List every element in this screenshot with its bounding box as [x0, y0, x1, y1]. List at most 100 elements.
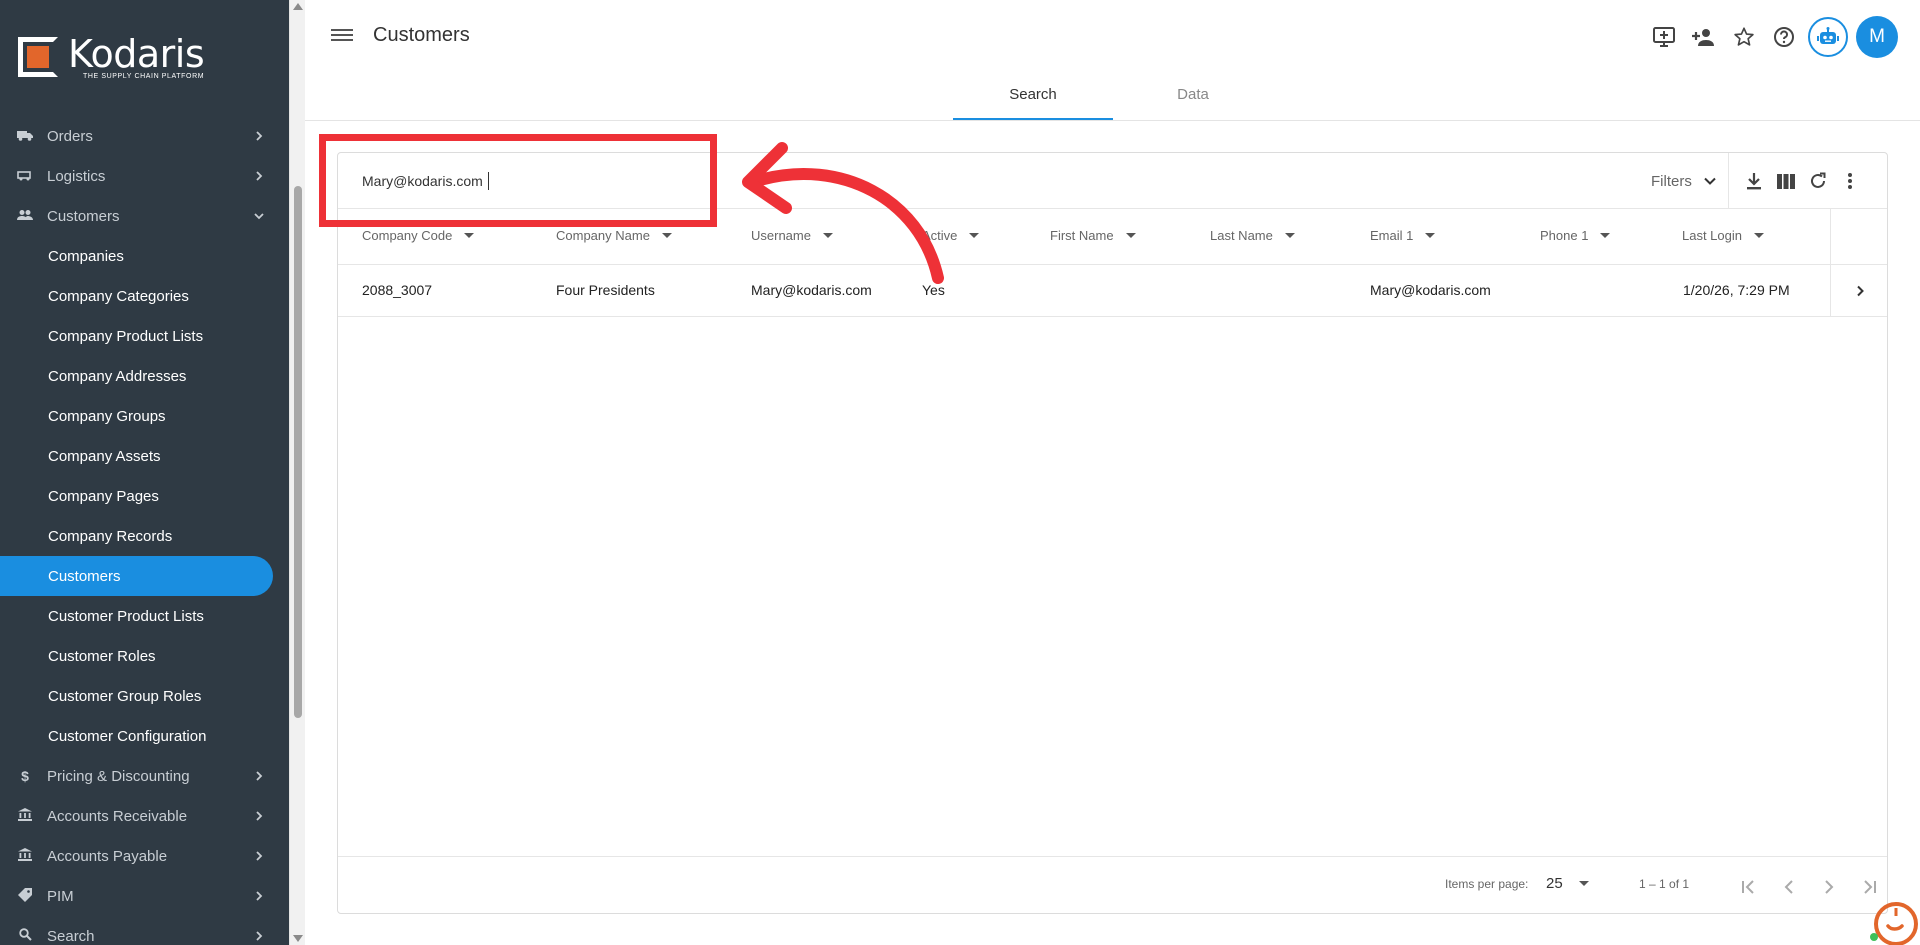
chevron-right-icon — [256, 771, 263, 781]
header-actions: M — [1644, 16, 1898, 58]
tag-icon — [15, 887, 35, 905]
sidebar-item-customer-configuration[interactable]: Customer Configuration — [0, 716, 275, 756]
paginator: Items per page: 25 1 – 1 of 1 — [338, 856, 1887, 913]
page-nav-buttons — [1733, 871, 1885, 903]
robot-icon[interactable] — [1808, 17, 1848, 57]
tab-search[interactable]: Search — [953, 72, 1113, 120]
shipping-icon — [15, 169, 35, 184]
column-header-company-code[interactable]: Company Code — [362, 228, 475, 243]
sort-arrow-icon — [1125, 233, 1136, 238]
cell-company-name: Four Presidents — [556, 282, 655, 298]
sort-arrow-icon — [1754, 233, 1764, 238]
column-label: Phone 1 — [1540, 228, 1589, 243]
customers-search-card: Filters Company Code Company Name Userna… — [337, 152, 1888, 914]
sidebar-item-orders[interactable]: Orders — [0, 116, 275, 156]
star-icon[interactable] — [1724, 17, 1764, 57]
sidebar-item-company-addresses[interactable]: Company Addresses — [0, 356, 275, 396]
column-header-email-1[interactable]: Email 1 — [1370, 228, 1436, 243]
column-label: Last Name — [1210, 228, 1273, 243]
column-label: First Name — [1050, 228, 1114, 243]
sidebar-item-pricing[interactable]: $ Pricing & Discounting — [0, 756, 275, 796]
column-header-phone-1[interactable]: Phone 1 — [1540, 228, 1611, 243]
chevron-down-icon — [254, 213, 264, 220]
table-row[interactable]: 2088_3007 Four Presidents Mary@kodaris.c… — [338, 265, 1887, 317]
row-open-button[interactable] — [1830, 265, 1888, 317]
first-page-icon[interactable] — [1733, 871, 1765, 903]
refresh-icon[interactable] — [1802, 165, 1834, 197]
column-header-last-login[interactable]: Last Login — [1682, 228, 1764, 243]
scroll-down-arrow-icon[interactable] — [293, 935, 303, 942]
scrollbar-thumb[interactable] — [294, 186, 302, 718]
toolbar-divider — [1728, 153, 1729, 209]
sidebar-item-company-records[interactable]: Company Records — [0, 516, 275, 556]
scroll-up-arrow-icon[interactable] — [293, 3, 303, 10]
next-page-icon[interactable] — [1813, 871, 1845, 903]
sidebar-item-accounts-payable[interactable]: Accounts Payable — [0, 836, 275, 876]
sidebar-item-label: Pricing & Discounting — [47, 767, 190, 785]
items-per-page-label: Items per page: — [1445, 877, 1529, 891]
sidebar-item-label: Logistics — [47, 167, 106, 185]
columns-icon[interactable] — [1770, 165, 1802, 197]
chevron-right-icon — [256, 891, 263, 901]
cell-last-login: 1/20/26, 7:29 PM — [1683, 282, 1790, 298]
sidebar-item-label: Orders — [47, 127, 93, 145]
sidebar-item-accounts-receivable[interactable]: Accounts Receivable — [0, 796, 275, 836]
dropdown-arrow-icon — [1578, 881, 1589, 886]
sidebar-item-company-assets[interactable]: Company Assets — [0, 436, 275, 476]
chevron-right-icon — [256, 931, 263, 941]
sidebar-item-company-categories[interactable]: Company Categories — [0, 276, 275, 316]
hamburger-menu-icon[interactable] — [331, 26, 353, 46]
page-size-select[interactable]: 25 — [1546, 875, 1589, 892]
sidebar-item-pim[interactable]: PIM — [0, 876, 275, 916]
sort-arrow-icon — [969, 233, 980, 238]
sidebar-item-company-groups[interactable]: Company Groups — [0, 396, 275, 436]
table-toolbar — [1738, 165, 1866, 197]
add-person-icon[interactable] — [1684, 17, 1724, 57]
sort-arrow-icon — [1425, 233, 1436, 238]
tab-bar: Search Data — [953, 72, 1273, 120]
sidebar-item-company-pages[interactable]: Company Pages — [0, 476, 275, 516]
previous-page-icon[interactable] — [1773, 871, 1805, 903]
filters-label: Filters — [1651, 172, 1692, 190]
chevron-right-icon — [1856, 285, 1864, 297]
user-avatar[interactable]: M — [1856, 16, 1898, 58]
sort-arrow-icon — [1284, 233, 1295, 238]
sort-arrow-icon — [464, 233, 475, 238]
sidebar-item-customer-roles[interactable]: Customer Roles — [0, 636, 275, 676]
more-vert-icon[interactable] — [1834, 165, 1866, 197]
column-label: Active — [922, 228, 958, 243]
chevron-right-icon — [256, 811, 263, 821]
column-header-last-name[interactable]: Last Name — [1210, 228, 1295, 243]
sidebar-item-companies[interactable]: Companies — [0, 236, 275, 276]
sidebar-item-customers-active[interactable]: Customers — [0, 556, 273, 596]
sidebar-item-customer-group-roles[interactable]: Customer Group Roles — [0, 676, 275, 716]
chevron-right-icon — [256, 851, 263, 861]
help-icon[interactable] — [1764, 17, 1804, 57]
sort-arrow-icon — [822, 233, 833, 238]
cell-username: Mary@kodaris.com — [751, 282, 872, 298]
sidebar-item-customer-product-lists[interactable]: Customer Product Lists — [0, 596, 275, 636]
sidebar-item-customers[interactable]: Customers — [0, 196, 275, 236]
column-header-active[interactable]: Active — [922, 228, 980, 243]
sidebar-item-label: PIM — [47, 887, 74, 905]
sidebar-item-search[interactable]: Search — [0, 916, 275, 945]
column-header-username[interactable]: Username — [751, 228, 833, 243]
sidebar-item-logistics[interactable]: Logistics — [0, 156, 275, 196]
chat-support-icon[interactable] — [1866, 894, 1918, 945]
column-header-first-name[interactable]: First Name — [1050, 228, 1136, 243]
sidebar-item-company-product-lists[interactable]: Company Product Lists — [0, 316, 275, 356]
column-label: Company Name — [556, 228, 650, 243]
tab-data[interactable]: Data — [1113, 72, 1273, 120]
column-label: Username — [751, 228, 811, 243]
filters-dropdown[interactable]: Filters — [1651, 171, 1720, 191]
download-icon[interactable] — [1738, 165, 1770, 197]
bank-icon — [15, 808, 35, 824]
truck-icon — [15, 129, 35, 144]
kodaris-logo[interactable]: Kodaris THE SUPPLY CHAIN PLATFORM — [18, 32, 205, 80]
bank-icon — [15, 848, 35, 864]
add-screen-icon[interactable] — [1644, 17, 1684, 57]
brand-name: Kodaris — [68, 32, 205, 76]
sidebar-item-label: Accounts Receivable — [47, 807, 188, 825]
sidebar-scrollbar[interactable] — [289, 0, 305, 945]
column-header-company-name[interactable]: Company Name — [556, 228, 672, 243]
